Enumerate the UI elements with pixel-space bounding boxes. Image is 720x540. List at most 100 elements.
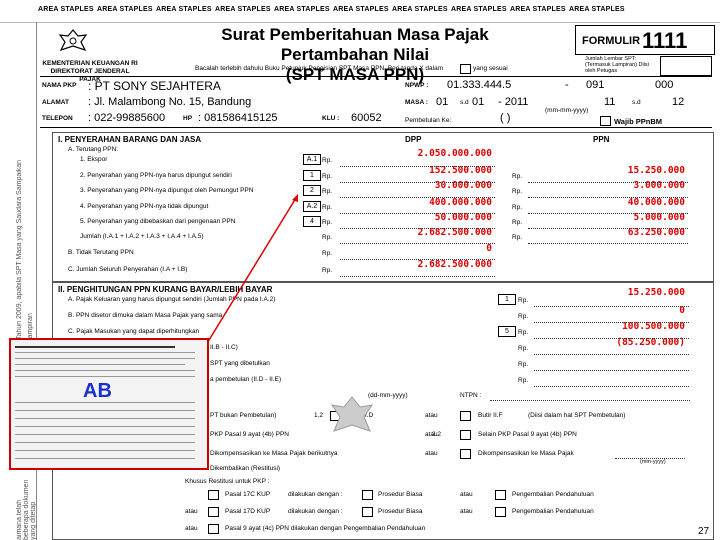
alamat-value: : Jl. Malambong No. 15, Bandung bbox=[88, 96, 252, 108]
formulir-box: FORMULIR 1111 bbox=[575, 25, 715, 55]
thumb-line bbox=[15, 364, 185, 365]
row-rp: Rp. bbox=[322, 219, 333, 226]
opt-dilakukan: dilakukan dengan : bbox=[288, 491, 343, 498]
row-box: A.2 bbox=[303, 201, 321, 212]
row-label: Jumlah (I.A.1 + I.A.2 + I.A.3 + I.A.4 + … bbox=[80, 233, 204, 240]
row2-rp: Rp. bbox=[518, 361, 529, 368]
opt-n12: 1.2 bbox=[314, 412, 324, 419]
selain-checkbox[interactable] bbox=[460, 430, 471, 440]
row-label: 5. Penyerahan yang dibebaskan dari penge… bbox=[80, 218, 236, 225]
row2-value: 15.250.000 bbox=[627, 287, 685, 298]
butir-f-checkbox[interactable] bbox=[460, 411, 471, 421]
pasal9-checkbox[interactable] bbox=[208, 524, 219, 534]
row-label: B. Tidak Terutang PPN bbox=[68, 249, 134, 256]
underline bbox=[340, 275, 495, 277]
section1-a-label: A. Terutang PPN: bbox=[68, 146, 119, 153]
row-label: 3. Penyerahan yang PPN-nya dipungut oleh… bbox=[80, 187, 254, 194]
row-rp: Rp. bbox=[322, 267, 333, 274]
ntpn-label: NTPN : bbox=[460, 392, 482, 399]
row-rp: Rp. bbox=[512, 173, 523, 180]
row2-label: SPT yang dibetulkan bbox=[210, 360, 270, 367]
petugas-sd: s.d bbox=[632, 99, 641, 106]
section1-title: I. PENYERAHAN BARANG DAN JASA bbox=[58, 135, 202, 144]
ppn-value: 15.250.000 bbox=[627, 165, 685, 176]
row-box: 2 bbox=[303, 185, 321, 196]
opt-p17c: Pasal 17C KUP bbox=[225, 491, 271, 498]
nama-value: : PT SONY SEJAHTERA bbox=[88, 79, 221, 93]
npwp-label: NPWP : bbox=[405, 82, 429, 89]
dpp-header: DPP bbox=[405, 135, 422, 144]
opt-pkp: PKP Pasal 9 ayat (4b) PPN bbox=[210, 431, 290, 438]
lampiran-note: Jumlah Lembar SPT: (Termasuk Lampiran) D… bbox=[585, 56, 649, 74]
thumb-line bbox=[15, 450, 195, 451]
underline bbox=[340, 227, 495, 229]
staples-label: AREA STAPLES bbox=[156, 6, 212, 13]
dikomp2-checkbox[interactable] bbox=[460, 449, 471, 459]
prosedur-checkbox[interactable] bbox=[362, 490, 373, 500]
prosedur2-checkbox[interactable] bbox=[362, 507, 373, 517]
npwp-value: 01.333.444.5 bbox=[447, 79, 512, 91]
row2-rp: Rp. bbox=[518, 313, 529, 320]
wajib-ppnbm-checkbox[interactable] bbox=[600, 116, 611, 126]
instruction-note-end: yang sesuai bbox=[473, 65, 508, 72]
opt-dikemb: Dikembalikan (Restitusi) bbox=[210, 465, 281, 472]
row-rp: Rp. bbox=[322, 173, 333, 180]
underline bbox=[340, 242, 495, 244]
thumb-line bbox=[15, 358, 195, 359]
underline bbox=[528, 242, 688, 244]
thumbnail-label: AB bbox=[83, 380, 112, 402]
pengembalian2-checkbox[interactable] bbox=[495, 507, 506, 517]
masa-label: MASA : bbox=[405, 99, 428, 106]
row-rp: Rp. bbox=[512, 234, 523, 241]
lampiran-box bbox=[660, 56, 712, 76]
row-rp: Rp. bbox=[322, 157, 333, 164]
staples-label: AREA STAPLES bbox=[510, 6, 566, 13]
staples-label: AREA STAPLES bbox=[333, 6, 389, 13]
opt-pasal9: Pasal 9 ayat (4c) PPN dilakukan dengan P… bbox=[225, 525, 426, 532]
thumb-line bbox=[15, 418, 195, 419]
masa-from: 01 bbox=[436, 96, 449, 108]
row-rp: Rp. bbox=[512, 219, 523, 226]
p17c-checkbox[interactable] bbox=[208, 490, 219, 500]
opt-prosedur: Prosedur Biasa bbox=[378, 508, 423, 515]
thumb-line bbox=[15, 442, 195, 443]
masa-tahun: - 2011 bbox=[498, 96, 529, 108]
emblem-watermark-icon bbox=[330, 396, 374, 432]
underline bbox=[534, 353, 689, 355]
row2-rp: Rp. bbox=[518, 297, 529, 304]
thumb-line bbox=[15, 376, 195, 377]
klu-value: 60052 bbox=[351, 112, 382, 124]
underline bbox=[528, 212, 688, 214]
staples-label: AREA STAPLES bbox=[274, 6, 330, 13]
row-rp: Rp. bbox=[322, 250, 333, 257]
opt-atau: atau bbox=[460, 508, 473, 515]
row2-label: II.B - II.C) bbox=[210, 344, 238, 351]
row2-label: B. PPN disetor dimuka dalam Masa Pajak y… bbox=[68, 312, 223, 319]
note-check-box bbox=[460, 64, 471, 74]
alamat-label: ALAMAT bbox=[42, 99, 69, 106]
underline bbox=[534, 305, 689, 307]
petugas-d: 12 bbox=[672, 96, 685, 108]
underline bbox=[340, 212, 495, 214]
row-label: 4. Penyerahan yang PPN-nya tidak dipungu… bbox=[80, 203, 209, 210]
opt-diisi: (Diisi dalam hal SPT Pembetulan) bbox=[528, 412, 626, 419]
thumb-line bbox=[15, 346, 175, 348]
row2-box: 5 bbox=[498, 326, 516, 337]
side-note: Tahun 2009, apabila SPT Masa yang Saudar… bbox=[16, 159, 23, 340]
row-label: 2. Penyerahan yang PPN-nya harus dipungu… bbox=[80, 172, 232, 179]
p17d-checkbox[interactable] bbox=[208, 507, 219, 517]
row2-rp: Rp. bbox=[518, 345, 529, 352]
opt-pt: PT bukan Pembetulan) bbox=[210, 412, 277, 419]
thumb-line bbox=[15, 458, 195, 459]
underline bbox=[528, 227, 688, 229]
underline bbox=[340, 165, 495, 167]
hp-value: : 081586415125 bbox=[198, 112, 278, 124]
pengembalian-checkbox[interactable] bbox=[495, 490, 506, 500]
row-box: 1 bbox=[303, 170, 321, 181]
row-box: A.1 bbox=[303, 154, 321, 165]
agency-line1: KEMENTERIAN KEUANGAN RI bbox=[42, 60, 138, 67]
formulir-number: 1111 bbox=[642, 28, 688, 53]
staples-label: AREA STAPLES bbox=[569, 6, 625, 13]
pembetulan-value: ( ) bbox=[500, 112, 511, 124]
row-rp: Rp. bbox=[512, 204, 523, 211]
